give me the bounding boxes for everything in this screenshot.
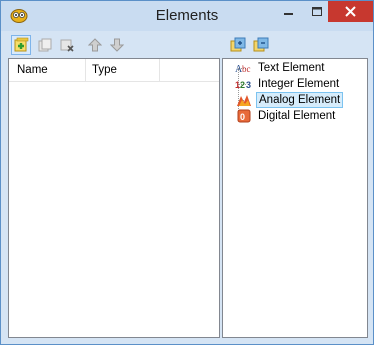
minimize-button[interactable]	[275, 1, 302, 22]
element-list[interactable]: Name Type	[8, 58, 220, 338]
text-element-icon: Abc	[235, 61, 253, 75]
add-element-icon	[14, 37, 29, 52]
tree-item-analog-element[interactable]: Analog Element	[235, 92, 344, 108]
copy-element-icon	[38, 38, 52, 52]
arrow-up-icon	[88, 38, 102, 52]
svg-text:3: 3	[246, 80, 251, 90]
tree-item-label: Integer Element	[258, 78, 340, 90]
close-button[interactable]	[328, 1, 373, 22]
tree-item-digital-element[interactable]: 0 Digital Element	[235, 108, 337, 124]
expand-tree-button[interactable]	[228, 35, 248, 55]
collapse-tree-button[interactable]	[251, 35, 271, 55]
close-icon	[345, 6, 356, 17]
delete-element-button[interactable]	[57, 35, 77, 55]
svg-text:bc: bc	[242, 64, 251, 74]
list-header: Name Type	[9, 59, 219, 82]
delete-element-icon	[60, 39, 74, 52]
tree-item-text-element[interactable]: Abc Text Element	[235, 60, 326, 76]
column-divider[interactable]	[85, 59, 86, 81]
tree-item-integer-element[interactable]: 123 Integer Element	[235, 76, 341, 92]
element-type-tree[interactable]: Abc Text Element 123 Integer Element Ana…	[222, 58, 368, 338]
column-divider[interactable]	[159, 59, 160, 81]
integer-element-icon: 123	[235, 77, 253, 91]
column-type-header[interactable]: Type	[92, 64, 117, 76]
minimize-icon	[283, 12, 293, 15]
elements-window: Elements Name Type A bc Text Element 1 2…	[0, 0, 374, 345]
svg-text:2: 2	[240, 80, 245, 90]
move-up-button[interactable]	[85, 35, 105, 55]
column-name-header[interactable]: Name	[17, 64, 48, 76]
maximize-button[interactable]	[303, 1, 330, 22]
tree-item-label: Text Element	[258, 62, 325, 74]
add-element-button[interactable]	[11, 35, 31, 55]
expand-tree-icon	[230, 37, 246, 52]
move-down-button[interactable]	[107, 35, 127, 55]
title-bar[interactable]: Elements	[1, 1, 373, 31]
arrow-down-icon	[110, 38, 124, 52]
copy-element-button[interactable]	[35, 35, 55, 55]
tree-item-label: Digital Element	[258, 110, 336, 122]
analog-element-icon	[235, 93, 253, 107]
tree-item-label: Analog Element	[256, 92, 344, 108]
digital-element-icon: 0	[235, 109, 253, 123]
svg-text:0: 0	[240, 112, 245, 122]
maximize-icon	[311, 6, 322, 16]
collapse-tree-icon	[253, 37, 269, 52]
